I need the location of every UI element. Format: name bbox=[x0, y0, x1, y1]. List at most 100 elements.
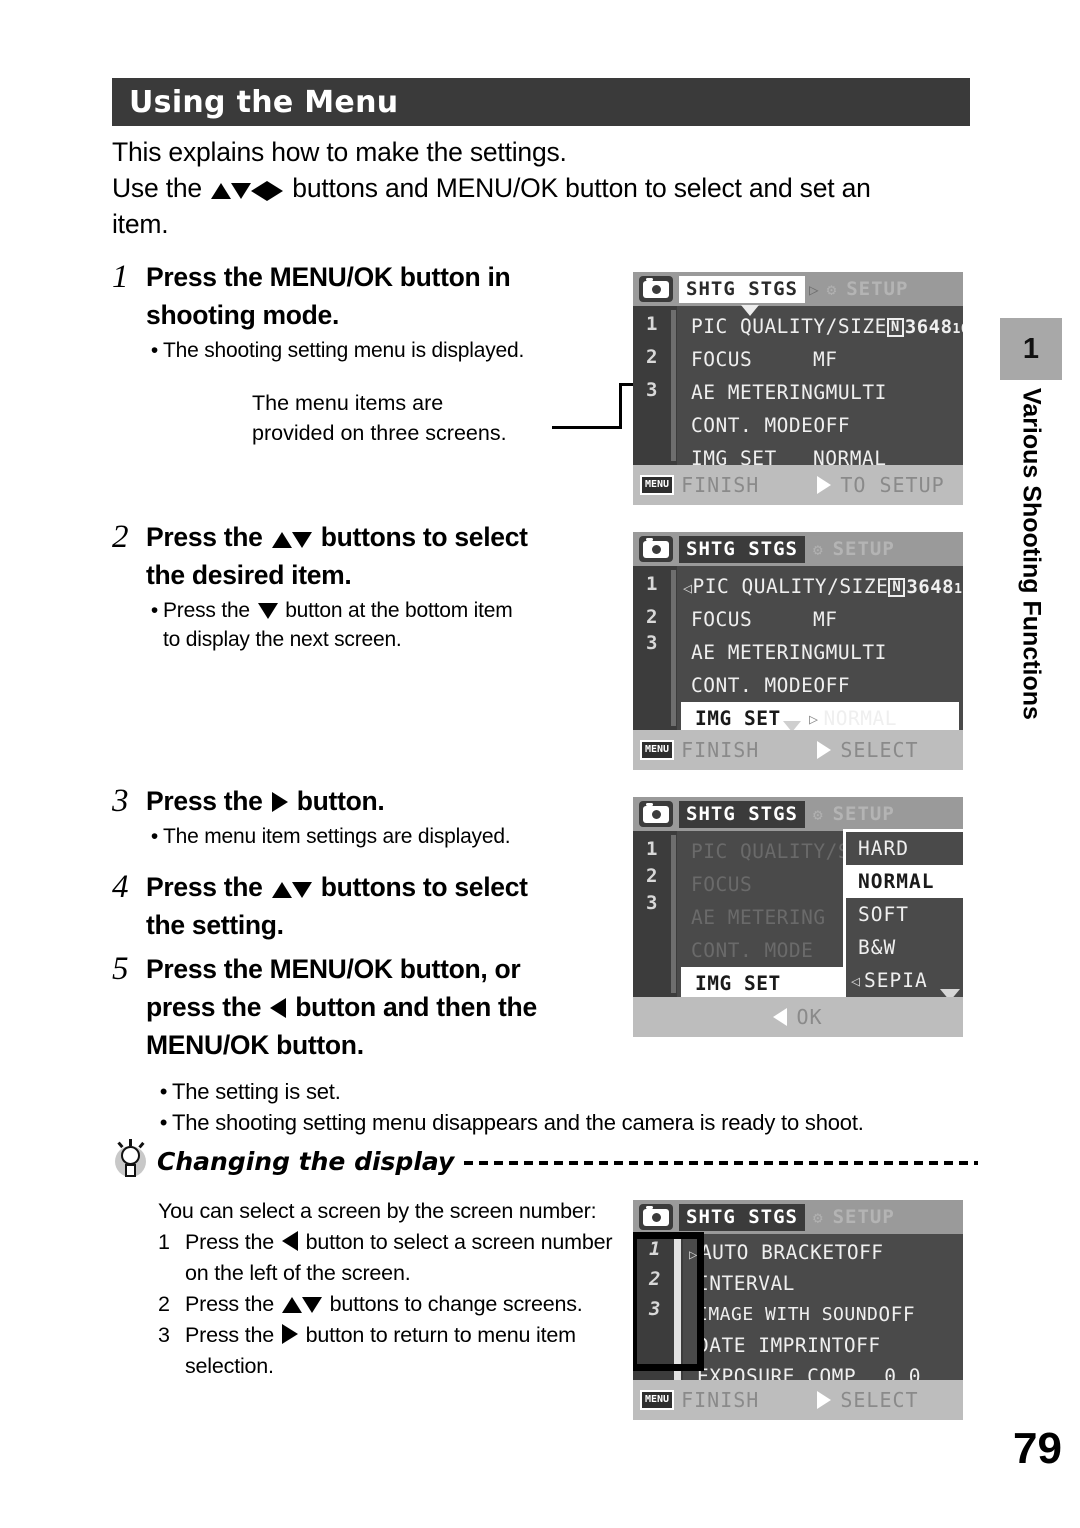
step-2: 2 Press the buttons to select the desire… bbox=[112, 518, 632, 654]
left-arrow-icon bbox=[281, 1231, 298, 1251]
intro-line-2: Use the buttons and MENU/OK button to se… bbox=[112, 170, 978, 206]
lcd2-row-1[interactable]: ◁PIC QUALITY/SIZE N364810M bbox=[677, 570, 963, 603]
bullet-dot-icon: • bbox=[150, 599, 159, 622]
lcd2-body: 1 2 3 ◁PIC QUALITY/SIZE N364810M FOCUS M… bbox=[633, 566, 963, 735]
updown-arrow-icons bbox=[271, 532, 312, 548]
callout-text: The menu items are provided on three scr… bbox=[252, 391, 507, 445]
right-arrow-icon bbox=[817, 476, 832, 494]
bullet-dot-icon: • bbox=[150, 825, 159, 848]
step-1-bullet: • The shooting setting menu is displayed… bbox=[146, 336, 632, 365]
tip-intro: You can select a screen by the screen nu… bbox=[158, 1199, 597, 1223]
tip-item-1: 1 Press the button to select a screen nu… bbox=[158, 1230, 613, 1285]
tip-item-3: 3 Press the button to return to menu ite… bbox=[158, 1323, 576, 1378]
lcd2-tab-shooting[interactable]: SHTG STGS bbox=[679, 535, 805, 563]
right-arrow-icon bbox=[817, 1391, 832, 1409]
lcd3-submenu-item-normal[interactable]: NORMAL bbox=[846, 865, 963, 898]
right-arrow-icon bbox=[281, 1324, 298, 1344]
step-4-number: 4 bbox=[112, 869, 129, 905]
intro-line-2-b: buttons and MENU/OK button to select and… bbox=[292, 173, 871, 203]
lcd4-finish-label: FINISH bbox=[681, 1388, 760, 1412]
bullet-dot-icon: • bbox=[159, 1110, 168, 1135]
lcd3-screen-numbers: 1 2 3 bbox=[633, 831, 677, 997]
lcd4-row-4[interactable]: DATE IMPRINT OFF bbox=[683, 1329, 963, 1362]
wrench-icon: ⚙ bbox=[826, 279, 837, 299]
step-2-heading: Press the buttons to select the desired … bbox=[146, 522, 528, 590]
lcd1-row-3[interactable]: AE METERING MULTI bbox=[677, 376, 963, 409]
lcd4-row-1[interactable]: ▷ AUTO BRACKET OFF bbox=[683, 1236, 963, 1269]
lcd3-submenu-item-bw[interactable]: B&W bbox=[846, 931, 963, 964]
menu-button-chip-icon: MENU bbox=[640, 475, 675, 495]
intro-line-2-a: Use the bbox=[112, 173, 202, 203]
lcd2-row-3[interactable]: AE METERING MULTI bbox=[677, 636, 963, 669]
lcd3-submenu-item-hard[interactable]: HARD bbox=[846, 832, 963, 865]
down-arrow-icon bbox=[231, 183, 252, 199]
lcd4-tab-shooting[interactable]: SHTG STGS bbox=[679, 1203, 805, 1231]
down-arrow-icon bbox=[301, 1297, 322, 1313]
lcd3-tab-shooting[interactable]: SHTG STGS bbox=[679, 800, 805, 828]
lcd1-tabbar: SHTG STGS ▷ ⚙ SETUP bbox=[633, 272, 963, 306]
lcd1-row-2[interactable]: FOCUS MF bbox=[677, 343, 963, 376]
left-arrow-icon bbox=[251, 181, 268, 201]
lcd1-row-1[interactable]: PIC QUALITY/SIZE N364810M bbox=[677, 310, 963, 343]
lcd3-tab-setup[interactable]: SETUP bbox=[833, 803, 895, 825]
final-bullet-1: • The setting is set. bbox=[155, 1076, 985, 1107]
lcd3-submenu-item-soft[interactable]: SOFT bbox=[846, 898, 963, 931]
lcd-screen-2: SHTG STGS ⚙ SETUP 1 2 3 ◁PIC QUALITY/SIZ… bbox=[633, 532, 963, 770]
lcd3-row-5-selected[interactable]: IMG SET bbox=[681, 967, 847, 1000]
lcd2-finish-label: FINISH bbox=[681, 738, 760, 762]
up-arrow-icon bbox=[271, 532, 292, 548]
up-arrow-icon bbox=[211, 183, 232, 199]
step-1-heading: Press the MENU/OK button in shooting mod… bbox=[146, 262, 511, 330]
lcd-screen-1: SHTG STGS ▷ ⚙ SETUP 1 2 3 PIC QUALITY/SI… bbox=[633, 272, 963, 505]
lcd4-row-3[interactable]: IMAGE WITH SOUND OFF bbox=[683, 1298, 963, 1331]
lcd1-row-4[interactable]: CONT. MODE OFF bbox=[677, 409, 963, 442]
lcd3-footer: OK bbox=[633, 997, 963, 1037]
final-bullets: • The setting is set. • The shooting set… bbox=[155, 1076, 985, 1138]
lcd3-action-label: OK bbox=[796, 1005, 823, 1029]
lcd1-tab-shooting[interactable]: SHTG STGS bbox=[679, 275, 805, 303]
step-4: 4 Press the buttons to select the settin… bbox=[112, 868, 632, 944]
left-arrow-icon bbox=[773, 1008, 788, 1026]
intro-line-3: item. bbox=[112, 209, 169, 239]
lcd2-row-4[interactable]: CONT. MODE OFF bbox=[677, 669, 963, 702]
camera-icon bbox=[639, 276, 673, 302]
bullet-dot-icon: • bbox=[159, 1079, 168, 1104]
lcd2-screen-numbers: 1 2 3 bbox=[633, 566, 677, 730]
lcd4-row-2[interactable]: INTERVAL bbox=[683, 1267, 963, 1300]
up-arrow-icon bbox=[271, 882, 292, 898]
bullet-dot-icon: • bbox=[150, 339, 159, 362]
lcd4-footer: MENU FINISH SELECT bbox=[633, 1380, 963, 1420]
camera-icon bbox=[639, 1204, 673, 1230]
step-1: 1 Press the MENU/OK button in shooting m… bbox=[112, 258, 632, 365]
lcd-screen-3: SHTG STGS ⚙ SETUP 1 2 3 PIC QUALITY/SIZE… bbox=[633, 797, 963, 1037]
down-arrow-icon bbox=[291, 532, 312, 548]
intro-text: This explains how to make the settings. … bbox=[112, 134, 978, 242]
wrench-icon: ⚙ bbox=[812, 804, 823, 824]
lcd1-screen-numbers: 1 2 3 bbox=[633, 306, 677, 465]
page-title-bar: Using the Menu bbox=[112, 78, 970, 126]
camera-icon bbox=[639, 801, 673, 827]
lcd1-tab-setup[interactable]: SETUP bbox=[846, 278, 908, 300]
quality-badge-icon: N bbox=[888, 578, 906, 597]
right-arrow-icon bbox=[271, 792, 288, 812]
left-arrow-icon bbox=[270, 998, 287, 1018]
lcd2-row-2[interactable]: FOCUS MF bbox=[677, 603, 963, 636]
lcd3-submenu: HARD NORMAL SOFT B&W ◁ SEPIA bbox=[843, 829, 963, 1007]
menu-button-chip-icon: MENU bbox=[640, 740, 675, 760]
final-bullet-2: • The shooting setting menu disappears a… bbox=[155, 1107, 985, 1138]
updown-arrow-icons bbox=[281, 1297, 322, 1313]
lcd2-tab-setup[interactable]: SETUP bbox=[833, 538, 895, 560]
lightbulb-icon bbox=[112, 1139, 148, 1182]
lcd4-tabbar: SHTG STGS ⚙ SETUP bbox=[633, 1200, 963, 1234]
wrench-icon: ⚙ bbox=[812, 539, 823, 559]
lcd4-tab-setup[interactable]: SETUP bbox=[833, 1206, 895, 1228]
menu-button-chip-icon: MENU bbox=[640, 1390, 675, 1410]
step-5-number: 5 bbox=[112, 951, 129, 987]
manual-page: Using the Menu This explains how to make… bbox=[0, 0, 1080, 1528]
right-arrow-icon bbox=[267, 181, 284, 201]
chevron-right-icon: ▷ bbox=[808, 279, 819, 299]
lcd4-action-label: SELECT bbox=[840, 1388, 919, 1412]
step-5-heading: Press the MENU/OK button, or press the b… bbox=[146, 954, 537, 1060]
quality-badge-icon: N bbox=[886, 318, 904, 337]
step-2-bullet: • Press the button at the bottom item to… bbox=[146, 596, 632, 654]
